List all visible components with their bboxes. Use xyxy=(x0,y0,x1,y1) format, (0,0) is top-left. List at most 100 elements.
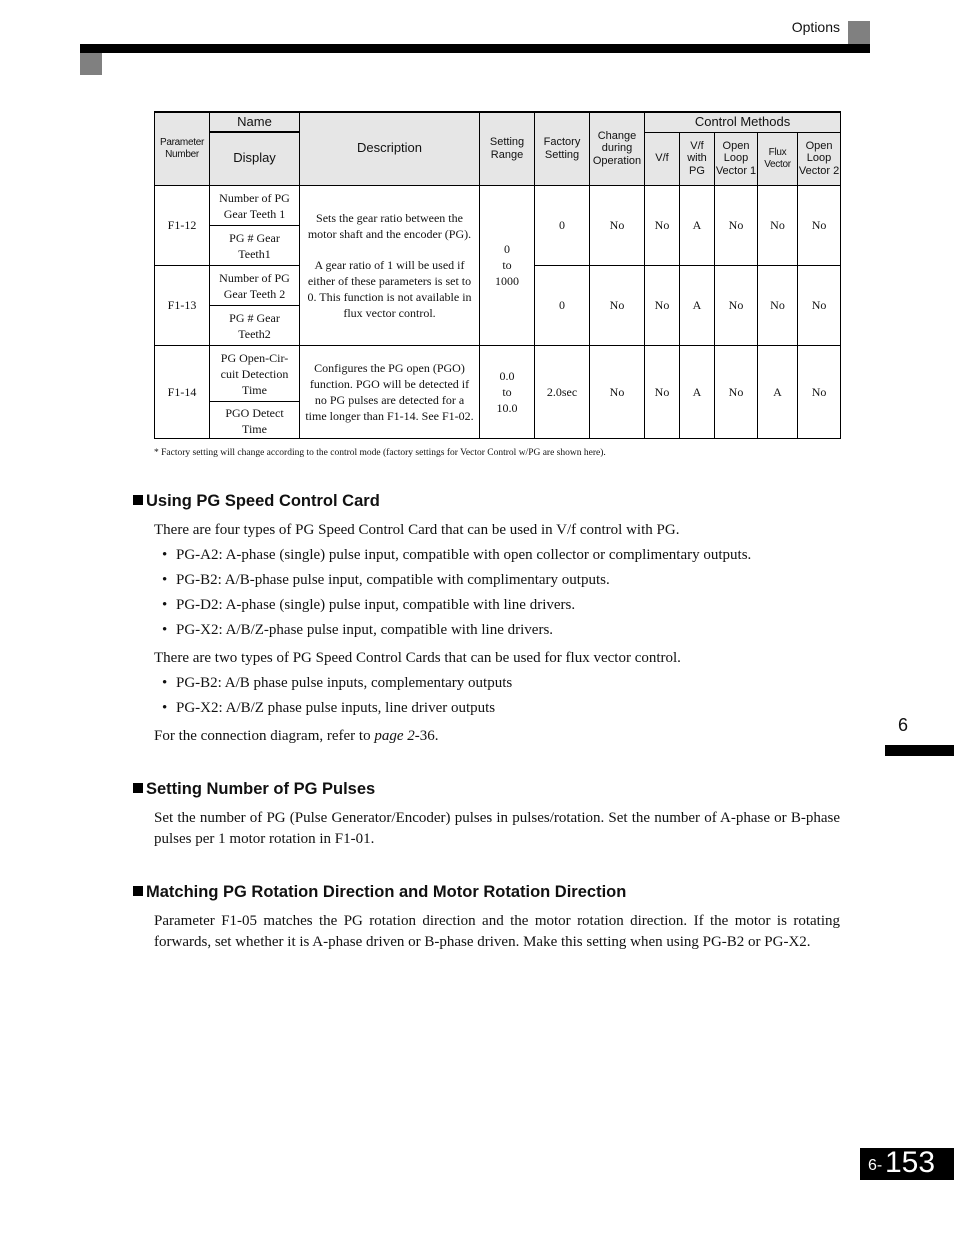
list-item: • PG-D2: A-phase (single) pulse input, co… xyxy=(162,595,575,616)
method-flux-vector: A xyxy=(757,344,798,439)
chapter-tab-number: 6 xyxy=(898,715,909,735)
list-item: • PG-B2: A/B-phase pulse input, compatibl… xyxy=(162,570,610,591)
bullet-icon: • xyxy=(162,547,168,563)
description-paragraph: A gear ratio of 1 will be used if either… xyxy=(307,257,472,320)
bullet-icon: • xyxy=(162,572,168,588)
header-display: Display xyxy=(209,131,300,186)
change-during-operation: No xyxy=(589,184,645,266)
reference-suffix: -36. xyxy=(414,728,439,744)
range-min: 0 xyxy=(504,242,510,256)
method-olv2: No xyxy=(796,264,842,346)
section-title: Matching PG Rotation Direction and Motor… xyxy=(146,883,627,901)
header-rule xyxy=(80,44,870,53)
reference-text: For the connection diagram, refer to xyxy=(154,728,375,744)
section-title: Setting Number of PG Pulses xyxy=(146,780,376,798)
list-item: • PG-X2: A/B/Z phase pulse inputs, line d… xyxy=(162,698,495,719)
method-vf-pg: A xyxy=(679,344,715,439)
section-paragraph: Set the number of PG (Pulse Generator/En… xyxy=(154,810,840,847)
param-display: PG # Gear Teeth2 xyxy=(209,304,300,346)
header-parameter-number: Parameter Number xyxy=(154,111,210,186)
method-vf-pg: A xyxy=(679,264,715,346)
method-olv1: No xyxy=(714,344,758,439)
square-bullet-icon xyxy=(133,495,143,505)
method-olv1: No xyxy=(714,184,758,266)
table-footnote: * Factory setting will change according … xyxy=(154,448,606,458)
factory-setting: 2.0sec xyxy=(534,344,590,439)
list-item-text: PG-X2: A/B/Z phase pulse inputs, line dr… xyxy=(176,700,496,716)
range-to: to xyxy=(502,258,512,272)
page-number-prefix: 6- xyxy=(868,1157,883,1174)
header-method-olv1: Open Loop Vector 1 xyxy=(714,131,758,186)
bullet-icon: • xyxy=(162,700,168,716)
header-section-label: Options xyxy=(791,19,840,35)
method-flux-vector: No xyxy=(757,264,798,346)
method-olv2: No xyxy=(796,344,842,439)
cross-reference: For the connection diagram, refer to pag… xyxy=(154,726,840,747)
header-method-olv2: Open Loop Vector 2 xyxy=(796,131,842,186)
bullet-icon: • xyxy=(162,622,168,638)
section-heading: Matching PG Rotation Direction and Motor… xyxy=(133,883,626,902)
table-row: F1-14 PG Open-Cir-cuit Detection Time Co… xyxy=(154,344,842,439)
section-heading: Using PG Speed Control Card xyxy=(133,492,380,511)
section-title: Using PG Speed Control Card xyxy=(146,492,380,510)
list-item-text: PG-D2: A-phase (single) pulse input, com… xyxy=(176,597,576,613)
list-item: • PG-A2: A-phase (single) pulse input, co… xyxy=(162,545,751,566)
range-max: 10.0 xyxy=(496,400,518,415)
square-bullet-icon xyxy=(133,886,143,896)
method-olv2: No xyxy=(796,184,842,266)
param-description: Sets the gear ratio between the motor sh… xyxy=(299,184,480,346)
parameter-table: Parameter Number Name Description Settin… xyxy=(154,111,842,439)
header-factory-setting: Factory Setting xyxy=(534,111,590,186)
list-item-text: PG-B2: A/B-phase pulse input, compatible… xyxy=(176,572,610,588)
setting-range: 0.0 to 10.0 xyxy=(479,344,535,439)
param-description: Configures the PG open (PGO) function. P… xyxy=(299,344,480,439)
page-reference-link[interactable]: page 2 xyxy=(374,728,414,744)
range-max: 1000 xyxy=(495,274,519,288)
range-to: to xyxy=(502,384,512,399)
section-paragraph: There are two types of PG Speed Control … xyxy=(154,650,681,666)
square-bullet-icon xyxy=(133,783,143,793)
method-olv1: No xyxy=(714,264,758,346)
section-paragraph: There are four types of PG Speed Control… xyxy=(154,522,680,538)
header-name: Name xyxy=(209,111,300,133)
header-marker-square xyxy=(848,21,870,46)
param-number: F1-14 xyxy=(154,344,210,439)
method-flux-vector: No xyxy=(757,184,798,266)
param-name: Number of PG Gear Teeth 2 xyxy=(209,264,300,306)
bullet-icon: • xyxy=(162,675,168,691)
list-item: • PG-X2: A/B/Z-phase pulse input, compati… xyxy=(162,620,553,641)
chapter-tab-bar xyxy=(885,745,954,756)
list-item-text: PG-X2: A/B/Z-phase pulse input, compatib… xyxy=(176,622,554,638)
factory-setting: 0 xyxy=(534,184,590,266)
description-paragraph: Sets the gear ratio between the motor sh… xyxy=(307,210,472,241)
method-vf: No xyxy=(644,264,680,346)
header-method-flux-vector: Flux Vector xyxy=(757,131,798,186)
factory-setting: 0 xyxy=(534,264,590,346)
header-description: Description xyxy=(299,111,480,186)
change-during-operation: No xyxy=(589,264,645,346)
list-item-text: PG-A2: A-phase (single) pulse input, com… xyxy=(176,547,752,563)
list-item: • PG-B2: A/B phase pulse inputs, compleme… xyxy=(162,673,512,694)
param-display: PG # Gear Teeth1 xyxy=(209,224,300,266)
page-number-box: 6- 153 xyxy=(860,1146,954,1180)
param-number: F1-13 xyxy=(154,264,210,346)
header-method-vf-pg: V/f with PG xyxy=(679,131,715,186)
section-heading: Setting Number of PG Pulses xyxy=(133,780,375,799)
header-method-vf: V/f xyxy=(644,131,680,186)
bullet-icon: • xyxy=(162,597,168,613)
header-control-methods: Control Methods xyxy=(643,111,842,133)
param-name: PG Open-Cir-cuit Detection Time xyxy=(209,344,300,402)
method-vf: No xyxy=(644,344,680,439)
param-name: Number of PG Gear Teeth 1 xyxy=(209,184,300,226)
change-during-operation: No xyxy=(589,344,645,439)
header-setting-range: Setting Range xyxy=(479,111,535,186)
param-number: F1-12 xyxy=(154,184,210,266)
table-row: F1-12 Number of PG Gear Teeth 1 Sets the… xyxy=(154,184,842,346)
section-paragraph: Parameter F1-05 matches the PG rotation … xyxy=(154,913,840,950)
setting-range: 0 to 1000 xyxy=(479,184,535,346)
range-min: 0.0 xyxy=(499,368,515,383)
header-change-during-operation: Change during Operation xyxy=(589,111,645,186)
header-marker-square-left xyxy=(80,53,102,75)
param-display: PGO Detect Time xyxy=(209,400,300,439)
page-number: 153 xyxy=(885,1146,936,1179)
